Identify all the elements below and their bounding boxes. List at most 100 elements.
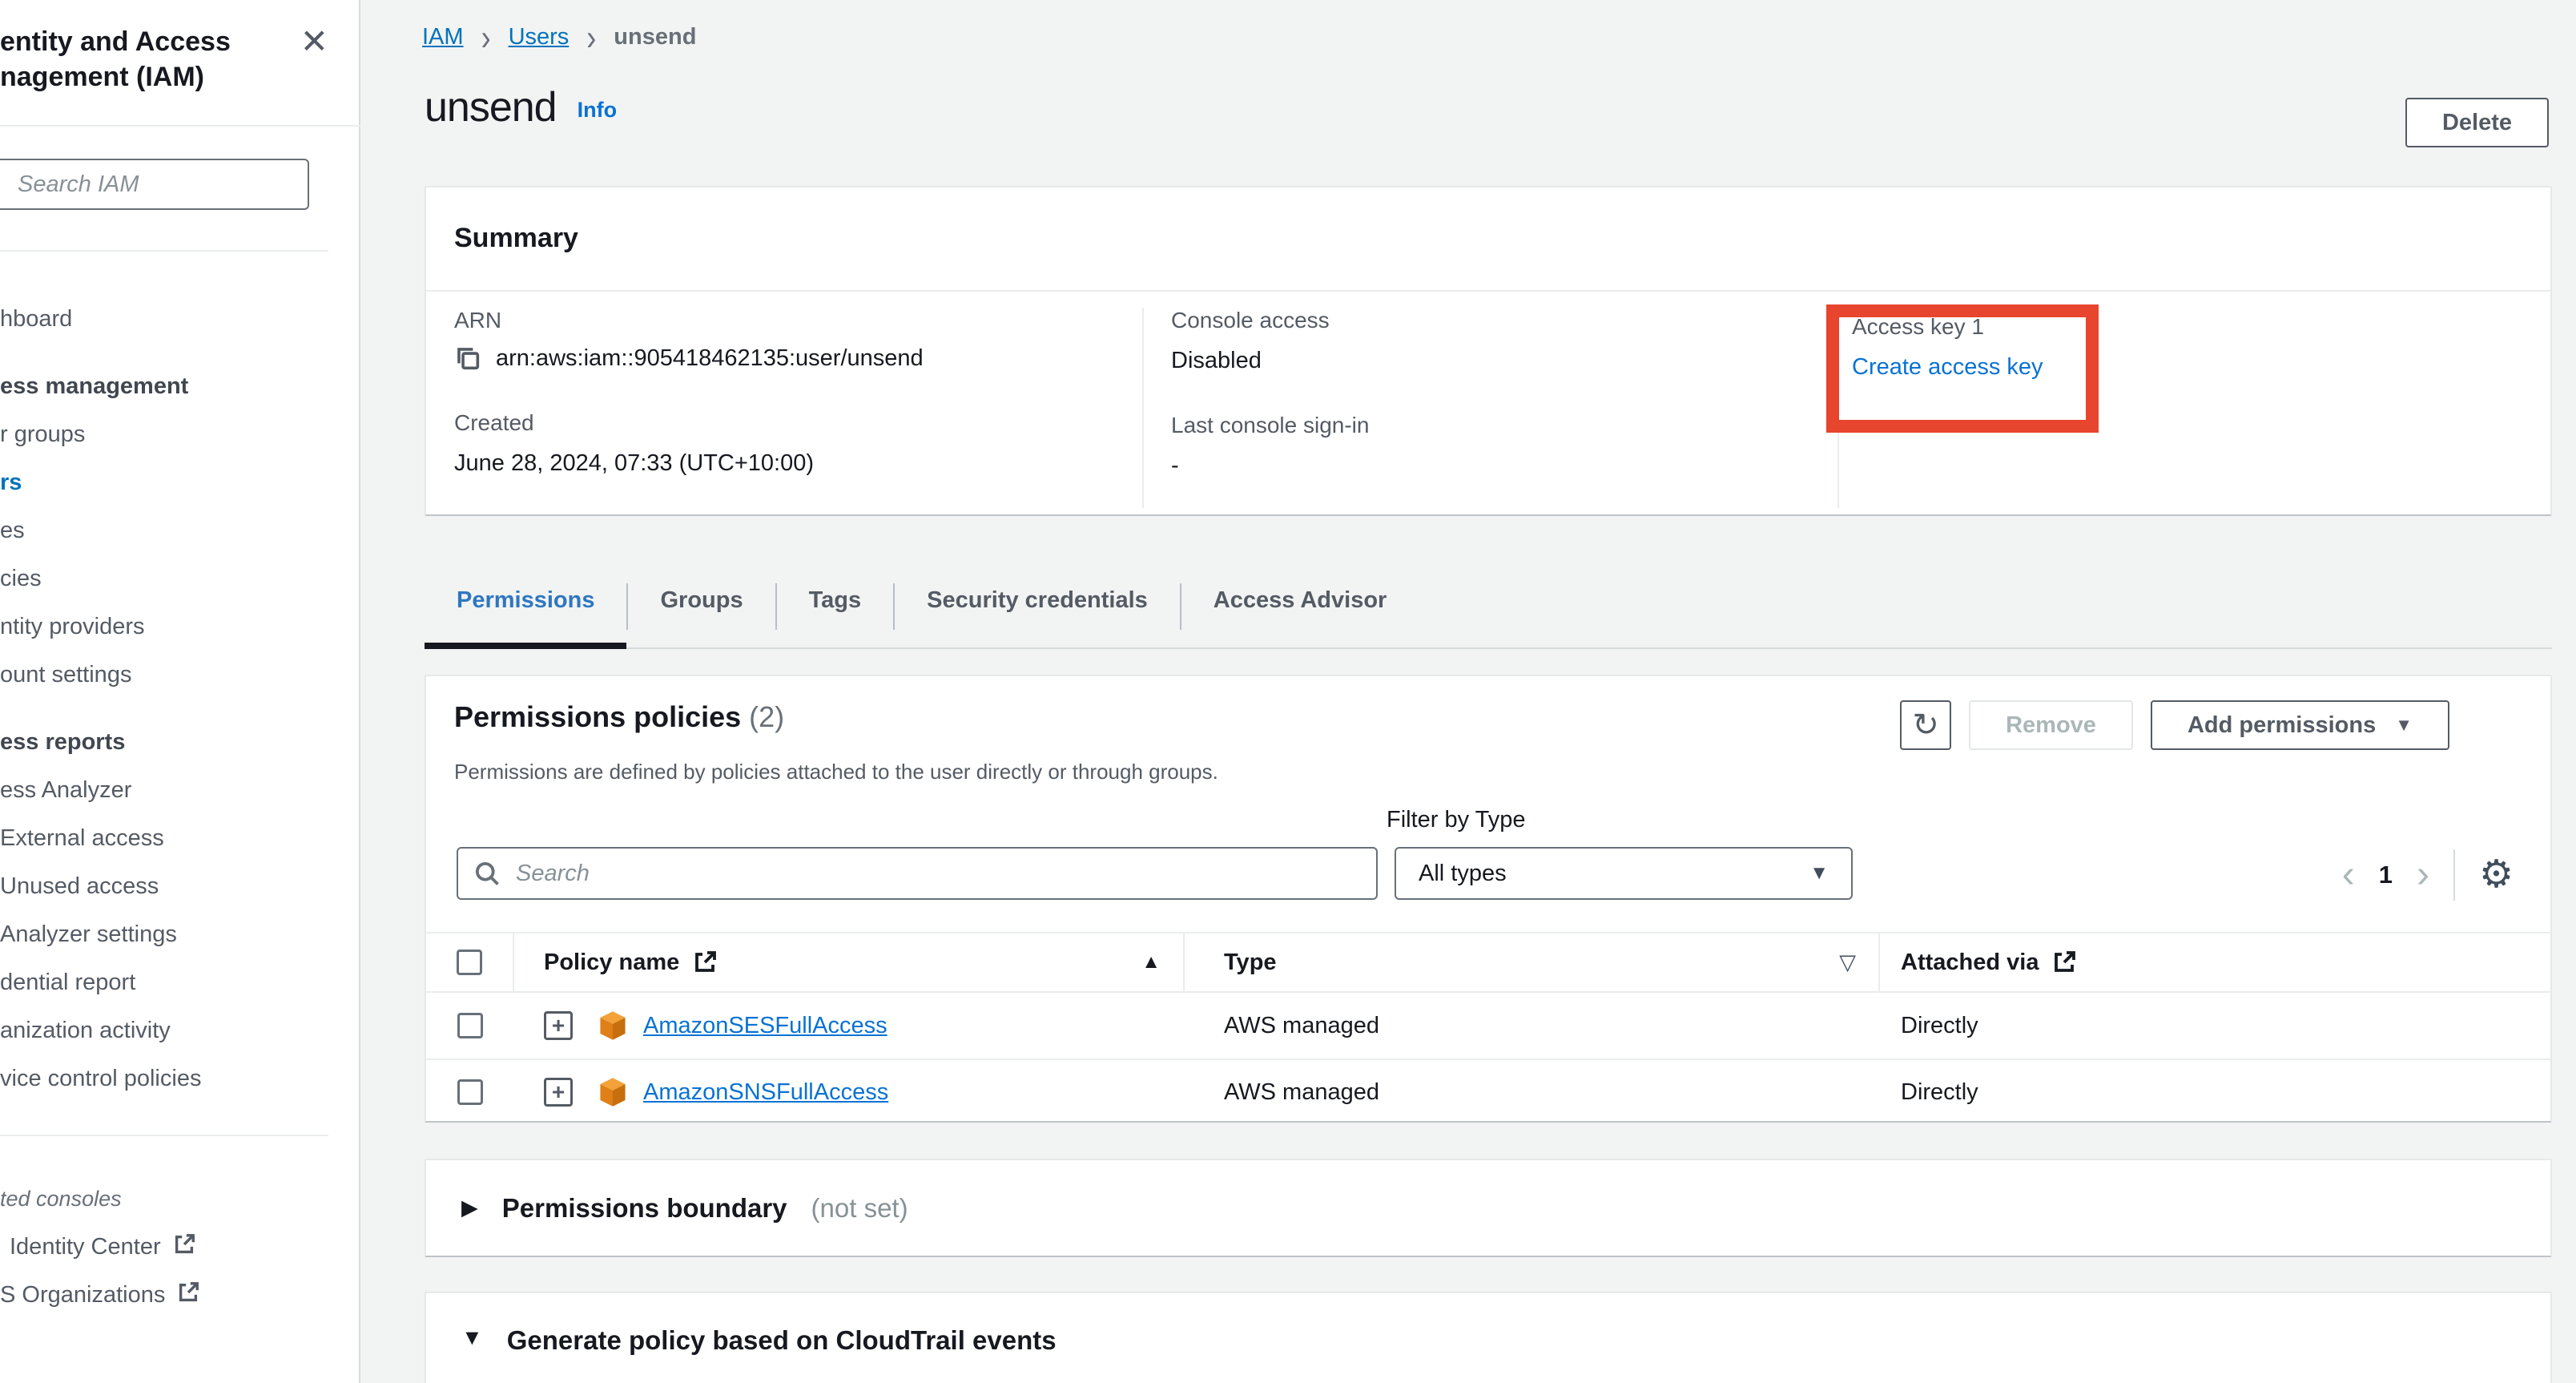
attached-via-header[interactable]: Attached via: [1880, 933, 2550, 991]
refresh-icon: ↻: [1912, 707, 1939, 744]
managed-policy-icon: [598, 1076, 627, 1108]
sidebar-item-identity-providers[interactable]: ntity providers: [0, 603, 359, 651]
permissions-policies-description: Permissions are defined by policies atta…: [454, 760, 1218, 784]
sidebar-item-service-control-policies[interactable]: vice control policies: [0, 1054, 359, 1103]
sidebar-item-roles[interactable]: es: [0, 506, 359, 554]
page-number[interactable]: 1: [2379, 861, 2393, 889]
sidebar-title-line2: nagement (IAM): [0, 59, 231, 95]
policy-name-cell: + AmazonSNSFullAccess: [514, 1076, 1185, 1108]
policies-table: Policy name ▲ Type ▽ Attached via: [426, 932, 2550, 1124]
sidebar-nav: hboard ess management r groups rs es cie…: [0, 295, 359, 1319]
permissions-policies-card: Permissions policies (2) Permissions are…: [425, 675, 2552, 1123]
add-permissions-label: Add permissions: [2188, 712, 2376, 739]
permissions-policies-title-text: Permissions policies: [454, 700, 741, 733]
prev-page-icon[interactable]: ‹: [2342, 851, 2355, 899]
external-link-icon: [172, 1232, 196, 1256]
policy-link[interactable]: AmazonSESFullAccess: [643, 1013, 888, 1039]
policy-type-cell: AWS managed: [1185, 1060, 1880, 1124]
managed-policy-icon: [598, 1010, 627, 1042]
expand-row-icon[interactable]: +: [544, 1011, 573, 1040]
add-permissions-button[interactable]: Add permissions ▼: [2151, 700, 2449, 750]
policies-actions: ↻ Remove Add permissions ▼: [1900, 700, 2449, 750]
chevron-right-icon: ›: [481, 22, 491, 51]
sidebar-item-user-groups[interactable]: r groups: [0, 410, 359, 458]
gear-icon[interactable]: ⚙: [2479, 851, 2514, 899]
created-label: Created: [454, 410, 924, 436]
delete-button[interactable]: Delete: [2405, 98, 2549, 147]
collapsed-arrow-icon[interactable]: ▶: [461, 1196, 478, 1220]
sidebar-item-aws-organizations[interactable]: S Organizations: [0, 1271, 359, 1319]
sidebar-item-analyzer-settings[interactable]: Analyzer settings: [0, 910, 359, 958]
sidebar-item-policies[interactable]: cies: [0, 554, 359, 603]
search-iam-input[interactable]: [0, 159, 309, 210]
summary-column-console: Console access Disabled Last console sig…: [1171, 308, 1369, 479]
sidebar-section-access-management: ess management: [0, 362, 359, 410]
next-page-icon[interactable]: ›: [2417, 851, 2429, 899]
policy-search-input[interactable]: [457, 847, 1378, 900]
pagination: ‹ 1 › ⚙: [2342, 849, 2514, 901]
column-filter-icon[interactable]: ▽: [1839, 950, 1856, 975]
sidebar-item-account-settings[interactable]: ount settings: [0, 651, 359, 699]
sidebar-divider: [0, 125, 360, 127]
pagination-divider: [2453, 849, 2455, 901]
sidebar-title: entity and Access nagement (IAM): [0, 24, 231, 95]
policy-name-cell: + AmazonSESFullAccess: [514, 1010, 1185, 1042]
type-header[interactable]: Type ▽: [1185, 933, 1880, 991]
permissions-policies-title: Permissions policies (2): [454, 700, 784, 734]
summary-column-arn: ARN arn:aws:iam::905418462135:user/unsen…: [454, 308, 924, 477]
generate-policy-card[interactable]: ▼ Generate policy based on CloudTrail ev…: [425, 1292, 2552, 1383]
sidebar-item-identity-center[interactable]: Identity Center: [0, 1223, 359, 1271]
table-row: + AmazonSESFullAccess AWS managed Direct…: [426, 993, 2550, 1058]
expand-row-icon[interactable]: +: [544, 1078, 573, 1107]
sidebar-item-unused-access[interactable]: Unused access: [0, 862, 359, 910]
remove-button[interactable]: Remove: [1969, 700, 2133, 750]
external-link-icon: [176, 1280, 200, 1304]
select-all-checkbox[interactable]: [457, 950, 482, 975]
row-select-cell: [426, 1060, 514, 1124]
sort-ascending-icon[interactable]: ▲: [1141, 951, 1161, 974]
create-access-key-link[interactable]: Create access key: [1852, 354, 2043, 381]
summary-column-access-key: Access key 1 Create access key: [1852, 314, 2043, 381]
policy-link[interactable]: AmazonSNSFullAccess: [643, 1079, 888, 1106]
summary-card: Summary ARN arn:aws:iam::905418462135:us…: [425, 186, 2552, 516]
row-checkbox[interactable]: [457, 1079, 483, 1105]
iam-user-detail-page: entity and Access nagement (IAM) ✕ hboar…: [0, 0, 2576, 1383]
access-key-label: Access key 1: [1852, 314, 2043, 340]
attached-via-cell: Directly: [1880, 993, 2550, 1058]
arn-label: ARN: [454, 308, 924, 333]
tab-tags[interactable]: Tags: [777, 561, 894, 647]
policy-name-header[interactable]: Policy name ▲: [514, 933, 1185, 991]
row-checkbox[interactable]: [457, 1013, 483, 1038]
column-divider: [1142, 308, 1144, 508]
copy-icon[interactable]: [454, 345, 481, 372]
sidebar-item-access-analyzer[interactable]: ess Analyzer: [0, 766, 359, 814]
arn-value: arn:aws:iam::905418462135:user/unsend: [496, 345, 924, 372]
sidebar-item-label: S Organizations: [0, 1282, 165, 1308]
sidebar-item-dashboard[interactable]: hboard: [0, 295, 359, 343]
page-title: unsend: [425, 83, 557, 131]
permissions-boundary-card[interactable]: ▶ Permissions boundary (not set): [425, 1159, 2552, 1257]
sidebar-item-users[interactable]: rs: [0, 458, 359, 506]
sidebar-item-organization-activity[interactable]: anization activity: [0, 1006, 359, 1054]
breadcrumb-iam[interactable]: IAM: [422, 24, 464, 50]
tab-security-credentials[interactable]: Security credentials: [895, 561, 1180, 647]
tab-permissions[interactable]: Permissions: [425, 561, 626, 647]
tab-groups[interactable]: Groups: [628, 561, 775, 647]
close-icon[interactable]: ✕: [300, 24, 328, 59]
sidebar-item-external-access[interactable]: External access: [0, 814, 359, 862]
attached-via-header-label: Attached via: [1901, 950, 2039, 976]
search-icon: [473, 859, 501, 888]
refresh-button[interactable]: ↻: [1900, 700, 1951, 750]
policy-search: [457, 847, 1378, 900]
external-link-icon: [2051, 950, 2077, 975]
expanded-arrow-icon[interactable]: ▼: [461, 1325, 483, 1350]
info-link[interactable]: Info: [578, 98, 617, 123]
breadcrumb-users[interactable]: Users: [509, 24, 570, 50]
type-filter-dropdown[interactable]: All types ▼: [1395, 847, 1853, 900]
last-signin-value: -: [1171, 453, 1369, 479]
tab-access-advisor[interactable]: Access Advisor: [1181, 561, 1419, 647]
sidebar-item-credential-report[interactable]: dential report: [0, 958, 359, 1006]
sidebar-title-line1: entity and Access: [0, 24, 231, 59]
sidebar-section-access-reports: ess reports: [0, 718, 359, 766]
summary-heading: Summary: [454, 223, 578, 254]
